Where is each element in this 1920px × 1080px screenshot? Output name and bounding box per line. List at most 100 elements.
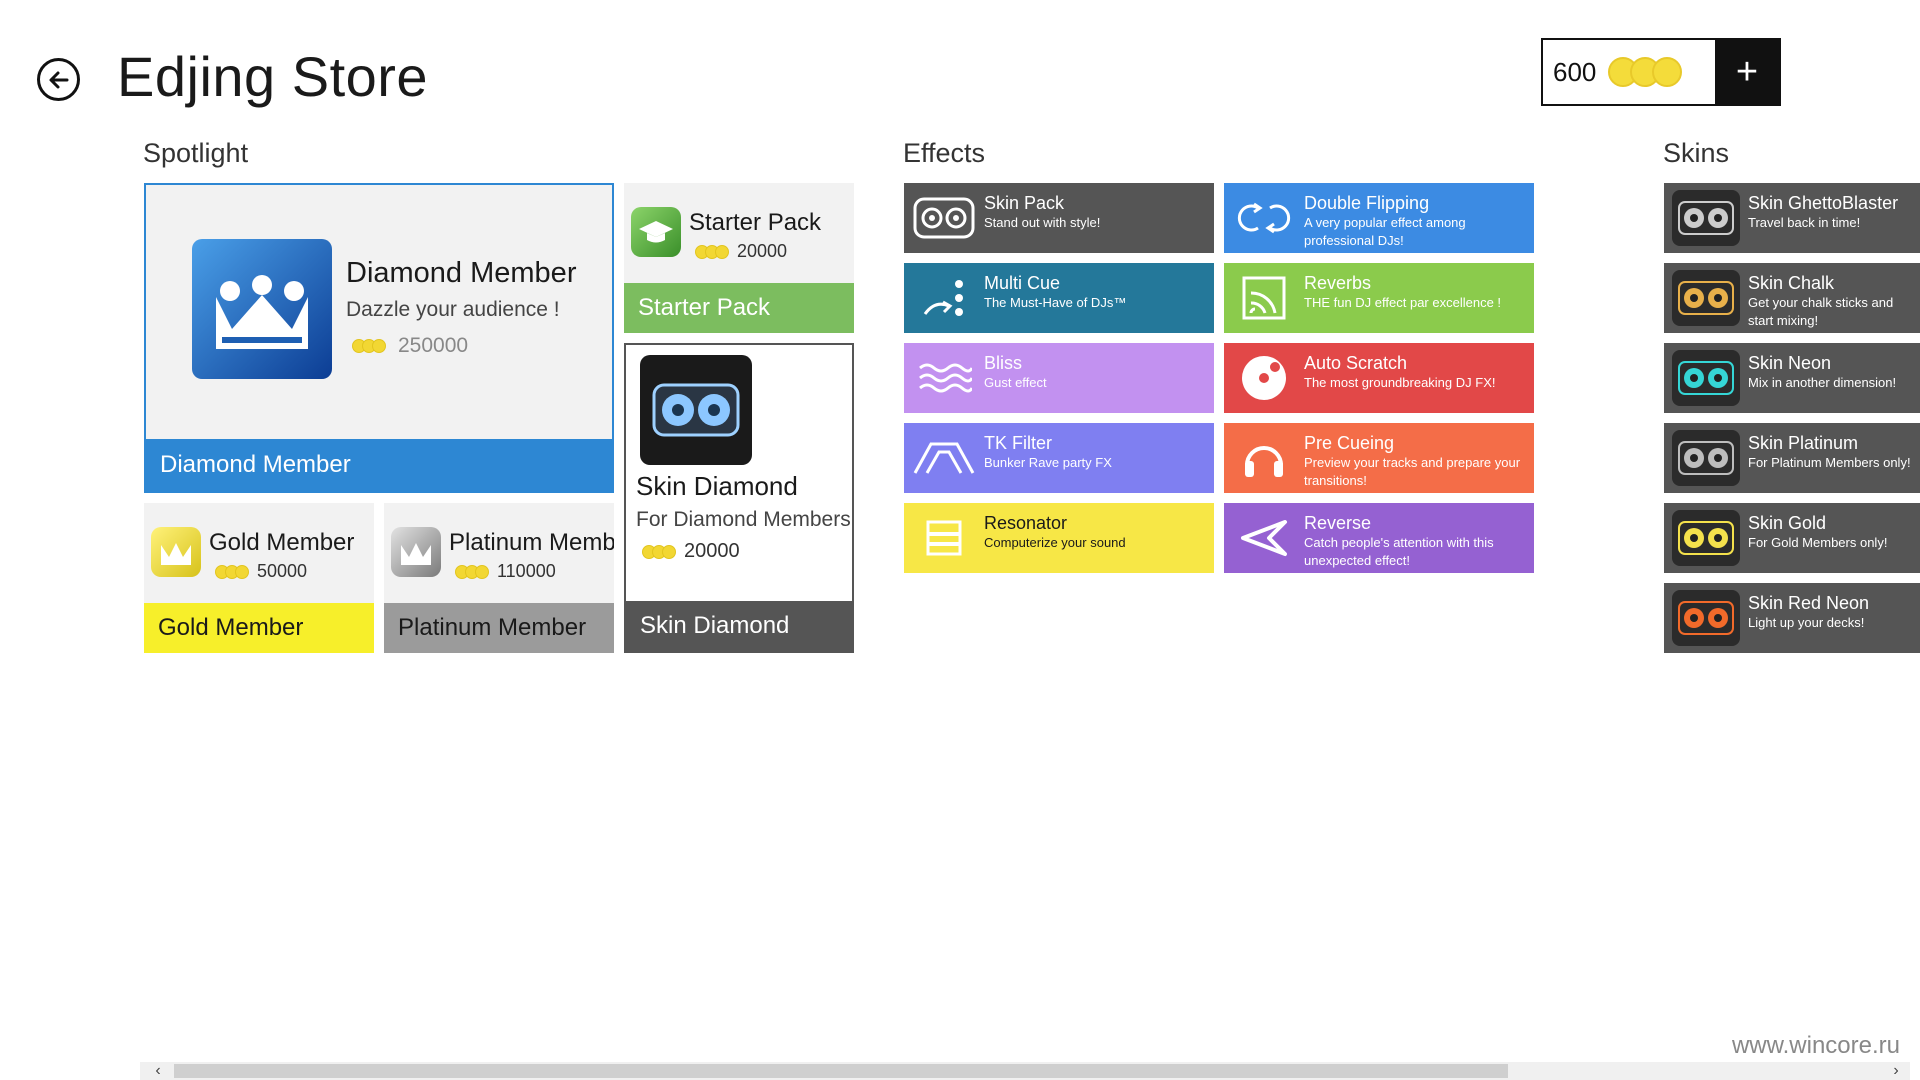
tile-description: Dazzle your audience ! <box>346 298 560 321</box>
coins-icon <box>695 244 729 259</box>
skin-description: Travel back in time! <box>1748 215 1861 230</box>
effect-tile[interactable]: Multi Cue The Must-Have of DJs™ <box>904 263 1214 333</box>
effect-description: Gust effect <box>984 375 1047 390</box>
tape-icon <box>904 183 984 253</box>
effect-name: Reverse <box>1304 513 1372 533</box>
skin-tile[interactable]: Skin Platinum For Platinum Members only! <box>1664 423 1920 493</box>
skin-description: Mix in another dimension! <box>1748 375 1897 390</box>
graduation-cap-icon <box>631 207 681 257</box>
coins-icon <box>1608 57 1683 87</box>
skin-tile[interactable]: Skin Red Neon Light up your decks! <box>1664 583 1920 653</box>
skin-name: Skin Neon <box>1748 353 1832 373</box>
effect-name: Resonator <box>984 513 1068 533</box>
effect-description: Preview your tracks and prepare your tra… <box>1304 455 1521 488</box>
skin-deck-thumb-icon <box>1672 350 1740 406</box>
effect-name: Multi Cue <box>984 273 1061 293</box>
tile-footer: Diamond Member <box>146 439 612 491</box>
effect-tile[interactable]: TK Filter Bunker Rave party FX <box>904 423 1214 493</box>
skin-deck-thumb-icon <box>1672 270 1740 326</box>
skin-description: Light up your decks! <box>1748 615 1865 630</box>
tile-gold-member[interactable]: Gold Member 50000 Gold Member <box>144 503 374 653</box>
coins-icon <box>642 544 676 559</box>
horizontal-scrollbar[interactable]: ‹ › <box>140 1062 1910 1080</box>
scroll-right-icon[interactable]: › <box>1886 1062 1906 1080</box>
tile-description: For Diamond Members only! <box>636 508 852 531</box>
skin-tile[interactable]: Skin Gold For Gold Members only! <box>1664 503 1920 573</box>
tile-footer: Gold Member <box>144 603 374 653</box>
tile-title: Gold Member <box>209 529 355 556</box>
tile-title: Platinum Member <box>449 529 614 556</box>
add-coins-button[interactable]: + <box>1715 40 1779 104</box>
skin-deck-thumb-icon <box>1672 510 1740 566</box>
effect-description: Catch people's attention with this unexp… <box>1304 535 1494 568</box>
effect-tile[interactable]: Resonator Computerize your sound <box>904 503 1214 573</box>
skin-name: Skin Chalk <box>1748 273 1835 293</box>
section-title-effects: Effects <box>903 138 986 168</box>
skin-diamond-thumb-icon <box>640 355 752 465</box>
multi-cue-icon <box>904 263 984 333</box>
tile-platinum-member[interactable]: Platinum Member 110000 Platinum Member <box>384 503 614 653</box>
effect-description: Stand out with style! <box>984 215 1101 230</box>
coins-icon <box>215 564 249 579</box>
effect-tile[interactable]: Double Flipping A very popular effect amo… <box>1224 183 1534 253</box>
effect-name: Skin Pack <box>984 193 1065 213</box>
effect-tile[interactable]: Auto Scratch The most groundbreaking DJ F… <box>1224 343 1534 413</box>
tile-diamond-member[interactable]: Diamond Member Dazzle your audience ! 25… <box>144 183 614 493</box>
tile-title: Starter Pack <box>689 209 822 236</box>
tile-footer: Skin Diamond <box>626 601 852 651</box>
effect-tile[interactable]: Reverbs THE fun DJ effect par excellence … <box>1224 263 1534 333</box>
tile-price: 20000 <box>737 241 788 261</box>
skin-description: For Platinum Members only! <box>1748 455 1911 470</box>
skin-description: Get your chalk sticks and start mixing! <box>1748 295 1894 328</box>
tile-skin-diamond[interactable]: Skin Diamond For Diamond Members only! 2… <box>624 343 854 653</box>
store-page: Edjing Store 600 + Spotlight Effects Ski… <box>0 0 1920 1080</box>
effect-name: Auto Scratch <box>1304 353 1408 373</box>
effect-name: Bliss <box>984 353 1023 373</box>
effect-tile[interactable]: Reverse Catch people's attention with thi… <box>1224 503 1534 573</box>
balance-amount: 600 <box>1553 56 1597 87</box>
tile-footer: Starter Pack <box>624 283 854 333</box>
tile-price: 110000 <box>497 561 556 581</box>
record-icon <box>1224 343 1304 413</box>
scroll-left-icon[interactable]: ‹ <box>148 1062 168 1080</box>
skin-tile[interactable]: Skin Neon Mix in another dimension! <box>1664 343 1920 413</box>
reverb-icon <box>1224 263 1304 333</box>
section-title-skins: Skins <box>1663 138 1730 168</box>
tile-title: Skin Diamond <box>636 471 798 501</box>
skin-deck-thumb-icon <box>1672 590 1740 646</box>
tile-footer: Platinum Member <box>384 603 614 653</box>
effect-tile[interactable]: Pre Cueing Preview your tracks and prepar… <box>1224 423 1534 493</box>
page-title: Edjing Store <box>117 45 429 108</box>
gold-crown-icon <box>151 527 201 577</box>
back-button[interactable] <box>37 58 80 101</box>
headphones-icon <box>1224 423 1304 493</box>
tile-starter-pack[interactable]: Starter Pack 20000 Starter Pack <box>624 183 854 333</box>
coins-icon <box>352 339 386 353</box>
effect-tile[interactable]: Skin Pack Stand out with style! <box>904 183 1214 253</box>
tile-price: 250000 <box>398 334 469 357</box>
effect-description: Computerize your sound <box>984 535 1126 550</box>
wave-icon <box>904 343 984 413</box>
coins-icon <box>455 564 489 579</box>
scroll-thumb[interactable] <box>174 1064 1508 1078</box>
skin-deck-thumb-icon <box>1672 190 1740 246</box>
tile-price: 20000 <box>684 540 740 562</box>
skin-name: Skin Red Neon <box>1748 593 1870 613</box>
tile-title: Diamond Member <box>346 257 577 289</box>
effect-description: The Must-Have of DJs™ <box>984 295 1127 310</box>
skin-deck-thumb-icon <box>1672 430 1740 486</box>
skin-name: Skin Platinum <box>1748 433 1859 453</box>
back-arrow-icon <box>49 71 68 88</box>
effect-description: THE fun DJ effect par excellence ! <box>1304 295 1502 310</box>
skin-tile[interactable]: Skin Chalk Get your chalk sticks and star… <box>1664 263 1920 333</box>
effect-tile[interactable]: Bliss Gust effect <box>904 343 1214 413</box>
effect-description: A very popular effect among professional… <box>1304 215 1466 248</box>
section-title-spotlight: Spotlight <box>143 138 249 168</box>
effect-name: Reverbs <box>1304 273 1372 293</box>
effect-description: The most groundbreaking DJ FX! <box>1304 375 1496 390</box>
skin-tile[interactable]: Skin GhettoBlaster Travel back in time! <box>1664 183 1920 253</box>
watermark: www.wincore.ru <box>1731 1032 1900 1059</box>
crown-diamond-icon <box>192 239 332 379</box>
effect-description: Bunker Rave party FX <box>984 455 1112 470</box>
tile-price: 50000 <box>257 561 308 581</box>
